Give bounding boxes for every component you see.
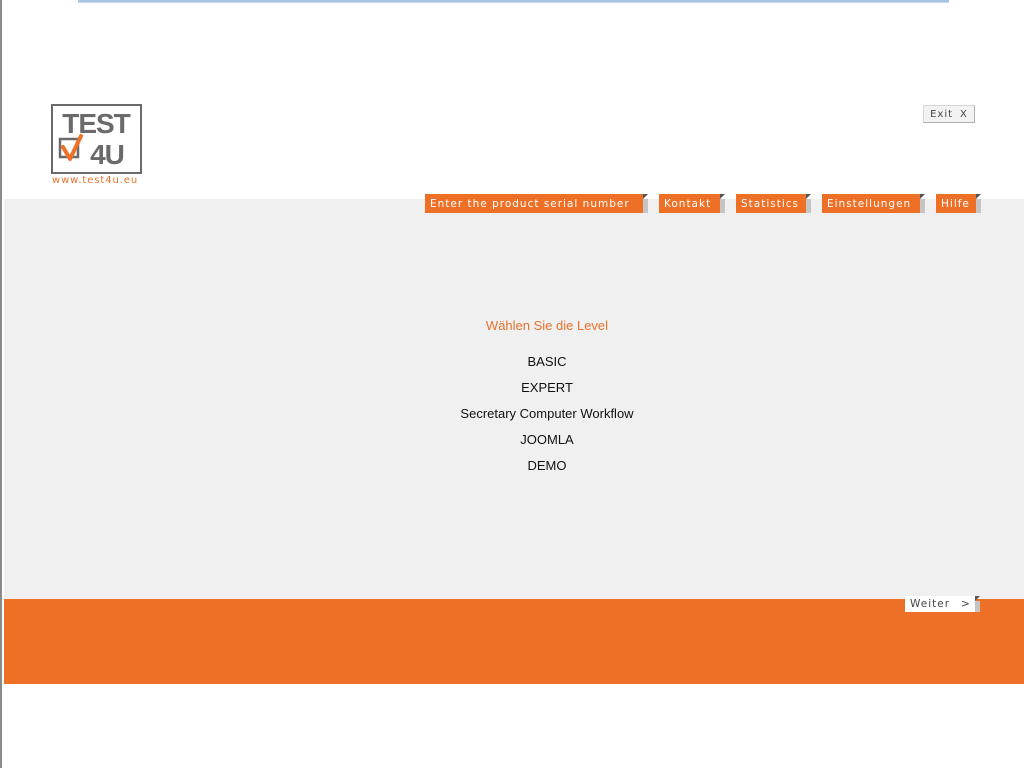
app-window: TEST 4U www.test4u.eu Exit X Enter the p… — [0, 0, 1024, 768]
nav-hilfe[interactable]: Hilfe — [936, 194, 981, 213]
next-label: Weiter — [910, 598, 951, 610]
level-expert[interactable]: EXPERT — [382, 381, 712, 407]
nav-label: Kontakt — [664, 197, 712, 210]
top-border — [78, 0, 949, 3]
footer-bar — [4, 599, 1024, 684]
nav-statistics[interactable]: Statistics — [736, 194, 811, 213]
logo-graphic: TEST 4U — [58, 108, 132, 170]
nav-einstellungen[interactable]: Einstellungen — [822, 194, 925, 213]
exit-button[interactable]: Exit X — [923, 105, 975, 123]
close-icon: X — [960, 108, 968, 120]
nav-kontakt[interactable]: Kontakt — [659, 194, 725, 213]
logo-url: www.test4u.eu — [52, 175, 139, 186]
logo-text-test: TEST — [62, 108, 130, 139]
nav-label: Einstellungen — [827, 197, 912, 210]
logo-text-4u: 4U — [90, 139, 124, 170]
nav-label: Enter the product serial number — [430, 197, 630, 210]
test4u-logo: TEST 4U — [51, 104, 142, 174]
nav-label: Statistics — [741, 197, 799, 210]
level-joomla[interactable]: JOOMLA — [382, 433, 712, 459]
chevron-right-icon: > — [961, 598, 971, 610]
next-button[interactable]: Weiter > — [905, 596, 980, 612]
level-basic[interactable]: BASIC — [382, 355, 712, 381]
level-demo[interactable]: DEMO — [382, 459, 712, 485]
nav-label: Hilfe — [941, 197, 970, 210]
level-secretary-computer-workflow[interactable]: Secretary Computer Workflow — [382, 407, 712, 433]
nav-serial-number[interactable]: Enter the product serial number — [425, 194, 648, 213]
exit-label: Exit — [930, 108, 954, 120]
level-title: Wählen Sie die Level — [485, 318, 609, 333]
level-list: BASIC EXPERT Secretary Computer Workflow… — [382, 355, 712, 485]
